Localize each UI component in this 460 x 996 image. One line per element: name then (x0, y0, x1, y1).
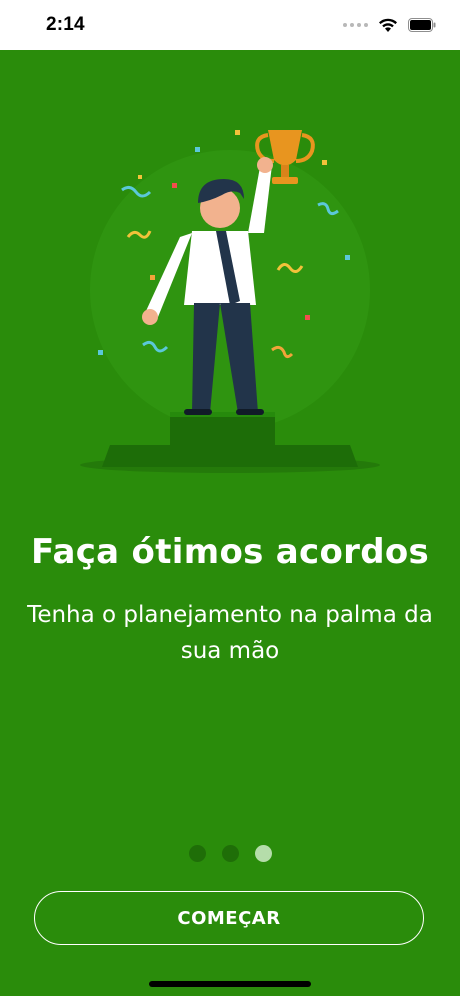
trophy-celebration-illustration (80, 130, 380, 473)
onboarding-subtitle: Tenha o planejamento na palma da sua mão (27, 602, 433, 664)
page-dot-1[interactable] (188, 845, 206, 862)
status-time: 2:14 (46, 14, 85, 35)
wifi-icon (379, 18, 397, 32)
onboarding-title: Faça ótimos acordos (30, 532, 430, 572)
page-dot-2[interactable] (221, 845, 239, 862)
home-indicator (149, 981, 311, 987)
status-right (343, 14, 436, 36)
page-dot-3-active[interactable] (254, 845, 272, 862)
start-button[interactable]: COMEÇAR (34, 891, 424, 945)
page-indicator (0, 845, 460, 862)
status-bar: 2:14 (0, 0, 460, 50)
battery-icon (408, 18, 436, 32)
signal-icon (343, 23, 368, 27)
